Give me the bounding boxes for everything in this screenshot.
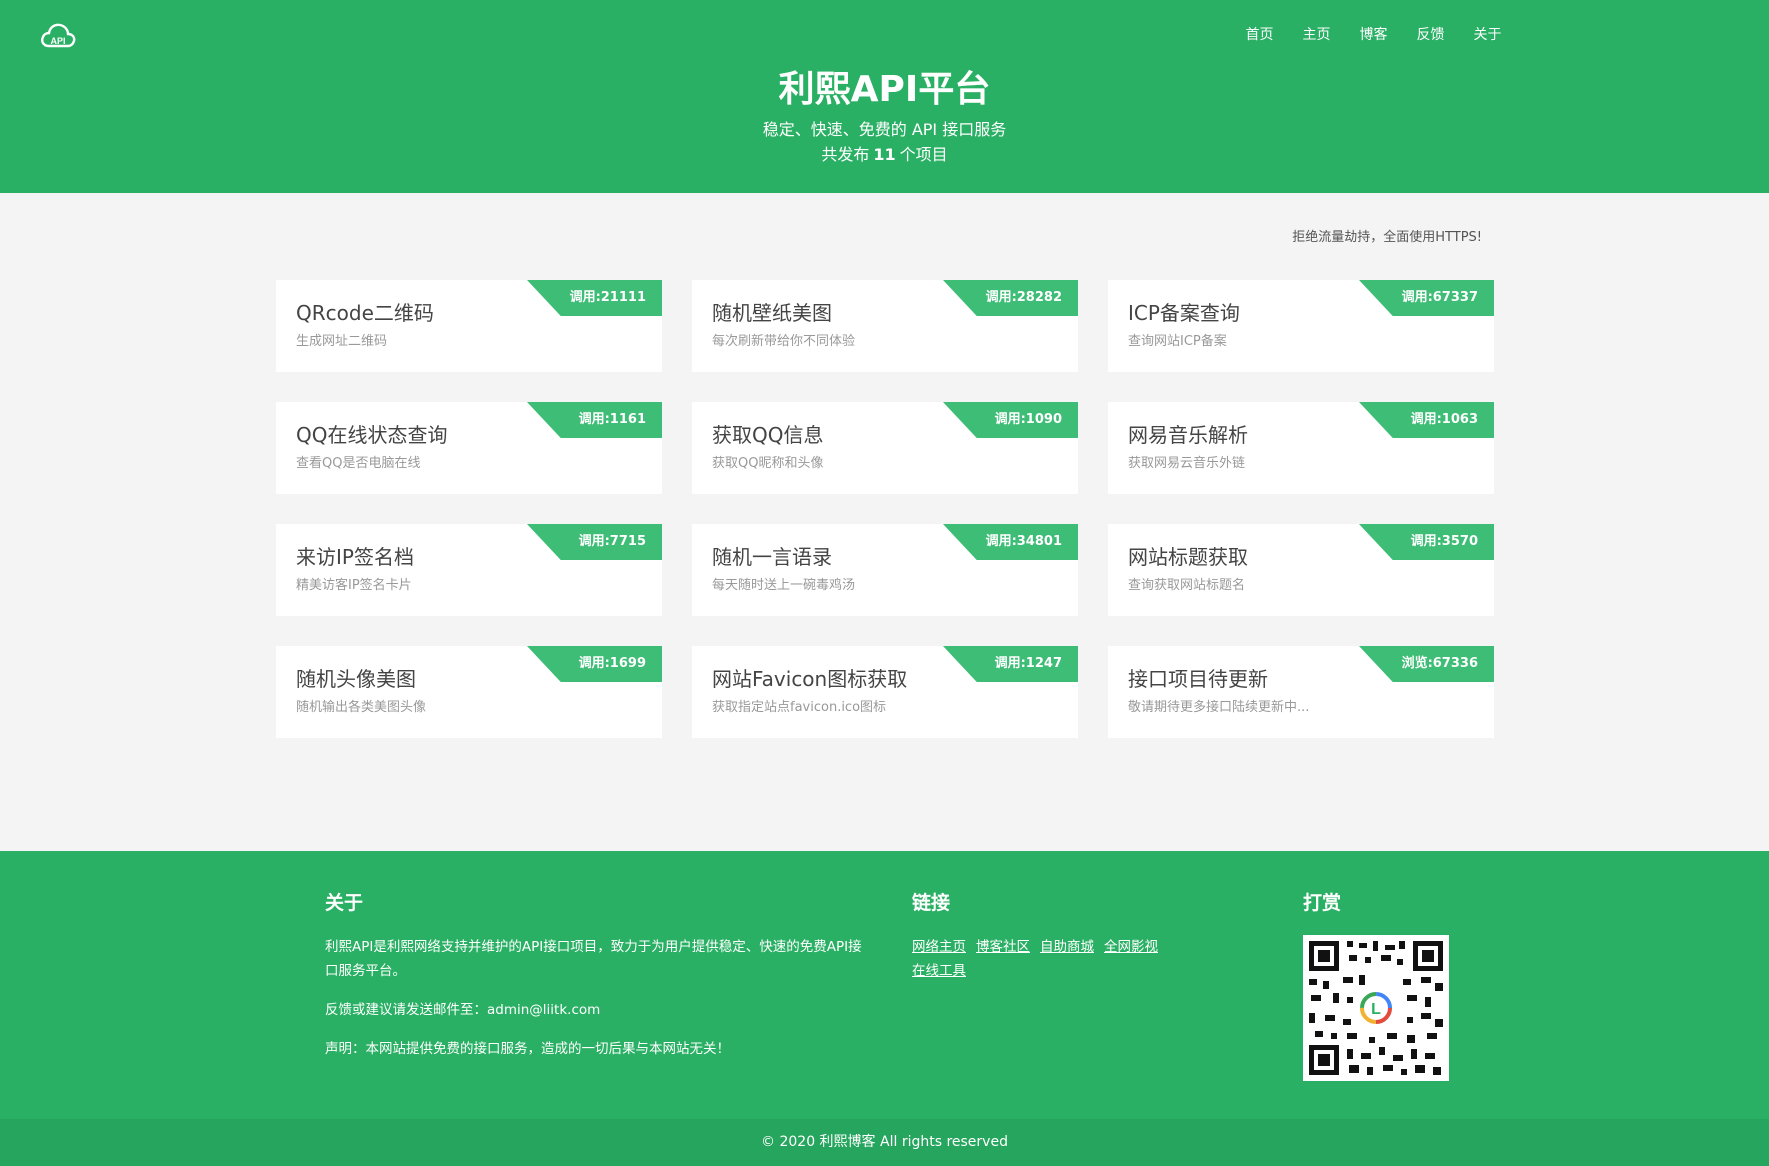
call-count-badge: 调用:1063: [1359, 402, 1494, 438]
nav-home[interactable]: 首页: [1231, 22, 1288, 48]
call-count-badge: 调用:67337: [1359, 280, 1494, 316]
card-title: 网站Favicon图标获取: [712, 667, 908, 691]
badge-text: 调用:21111: [569, 290, 646, 305]
call-count-badge: 调用:1247: [943, 646, 1078, 682]
link-self-service-mall[interactable]: 自助商城: [1040, 939, 1094, 955]
badge-text: 调用:7715: [578, 534, 646, 549]
api-card-pending[interactable]: 浏览:67336 接口项目待更新 敬请期待更多接口陆续更新中...: [1108, 646, 1494, 738]
api-card-hitokoto[interactable]: 调用:34801 随机一言语录 每天随时送上一碗毒鸡汤: [692, 524, 1078, 616]
count-prefix: 共发布: [821, 145, 870, 164]
page-title: 利熙API平台: [778, 69, 991, 110]
card-title: QRcode二维码: [296, 301, 434, 325]
card-title: 网站标题获取: [1128, 545, 1248, 569]
badge-text: 调用:1699: [578, 656, 646, 671]
api-card-avatar[interactable]: 调用:1699 随机头像美图 随机输出各类美图头像: [276, 646, 662, 738]
nav-blog[interactable]: 博客: [1345, 22, 1402, 48]
call-count-badge: 调用:7715: [527, 524, 662, 560]
copyright: © 2020 利熙博客 All rights reserved: [0, 1119, 1769, 1166]
nav-main[interactable]: 主页: [1288, 22, 1345, 48]
link-blog-community[interactable]: 博客社区: [976, 939, 1030, 955]
api-card-qq-status[interactable]: 调用:1161 QQ在线状态查询 查看QQ是否电脑在线: [276, 402, 662, 494]
badge-text: 调用:67337: [1401, 290, 1478, 305]
card-title: 网易音乐解析: [1128, 423, 1248, 447]
count-value: 11: [873, 145, 896, 164]
feedback-email: 反馈或建议请发送邮件至：admin@liitk.com: [325, 1002, 601, 1018]
api-card-netease-music[interactable]: 调用:1063 网易音乐解析 获取网易云音乐外链: [1108, 402, 1494, 494]
top-nav: 首页 主页 博客 反馈 关于: [1231, 22, 1769, 48]
card-title: 随机壁纸美图: [712, 301, 832, 325]
card-description: 每天随时送上一碗毒鸡汤: [712, 578, 856, 593]
badge-text: 调用:28282: [985, 290, 1062, 305]
about-heading: 关于: [325, 892, 364, 914]
card-title: 随机头像美图: [296, 667, 416, 691]
disclaimer: 声明：本网站提供免费的接口服务，造成的一切后果与本网站无关！: [325, 1041, 730, 1057]
call-count-badge: 调用:34801: [943, 524, 1078, 560]
badge-text: 调用:3570: [1410, 534, 1478, 549]
site-footer: 关于 利熙API是利熙网络支持并维护的API接口项目，致力于为用户提供稳定、快速…: [0, 851, 1769, 1119]
api-card-ip-signature[interactable]: 调用:7715 来访IP签名档 精美访客IP签名卡片: [276, 524, 662, 616]
nav-about[interactable]: 关于: [1459, 22, 1516, 48]
site-header: API 首页 主页 博客 反馈 关于 利熙API平台 稳定、快速、免费的 API…: [0, 0, 1769, 193]
about-description: 利熙API是利熙网络支持并维护的API接口项目，致力于为用户提供稳定、快速的免费…: [325, 939, 862, 979]
link-all-video[interactable]: 全网影视: [1104, 939, 1158, 955]
badge-text: 调用:34801: [985, 534, 1062, 549]
card-title: 来访IP签名档: [296, 545, 414, 569]
call-count-badge: 调用:1699: [527, 646, 662, 682]
call-count-badge: 调用:1161: [527, 402, 662, 438]
call-count-badge: 调用:28282: [943, 280, 1078, 316]
card-description: 查看QQ是否电脑在线: [296, 456, 421, 471]
card-title: 获取QQ信息: [712, 423, 824, 447]
badge-text: 调用:1247: [994, 656, 1062, 671]
project-count: 共发布 11 个项目: [0, 143, 1769, 167]
card-description: 获取网易云音乐外链: [1128, 456, 1246, 471]
qr-code-icon: L: [1309, 941, 1443, 1075]
api-card-qq-info[interactable]: 调用:1090 获取QQ信息 获取QQ昵称和头像: [692, 402, 1078, 494]
card-description: 敬请期待更多接口陆续更新中...: [1128, 700, 1310, 715]
card-title: QQ在线状态查询: [296, 423, 448, 447]
link-network-home[interactable]: 网络主页: [912, 939, 966, 955]
reward-heading: 打赏: [1303, 892, 1342, 914]
svg-text:L: L: [1371, 1001, 1381, 1018]
card-title: ICP备案查询: [1128, 301, 1240, 325]
badge-text: 调用:1161: [578, 412, 646, 427]
badge-text: 调用:1063: [1410, 412, 1478, 427]
call-count-badge: 调用:3570: [1359, 524, 1494, 560]
view-count-badge: 浏览:67336: [1359, 646, 1494, 682]
card-description: 查询网站ICP备案: [1128, 334, 1227, 349]
links-heading: 链接: [912, 892, 951, 914]
about-section: 利熙API是利熙网络支持并维护的API接口项目，致力于为用户提供稳定、快速的免费…: [325, 935, 870, 1076]
card-description: 随机输出各类美图头像: [296, 700, 427, 715]
card-title: 随机一言语录: [712, 545, 832, 569]
page-subtitle: 稳定、快速、免费的 API 接口服务: [762, 120, 1007, 139]
svg-text:API: API: [50, 36, 65, 46]
card-description: 生成网址二维码: [296, 334, 388, 349]
card-description: 精美访客IP签名卡片: [296, 578, 412, 593]
count-suffix: 个项目: [899, 145, 948, 164]
api-cloud-logo-icon[interactable]: API: [40, 20, 76, 50]
badge-text: 调用:1090: [994, 412, 1062, 427]
badge-text: 浏览:67336: [1401, 656, 1478, 671]
card-title: 接口项目待更新: [1128, 667, 1268, 691]
card-description: 查询获取网站标题名: [1128, 578, 1246, 593]
footer-links: 网络主页 博客社区 自助商城 全网影视 在线工具: [912, 935, 1212, 983]
api-card-qrcode[interactable]: 调用:21111 QRcode二维码 生成网址二维码: [276, 280, 662, 372]
nav-feedback[interactable]: 反馈: [1402, 22, 1459, 48]
api-card-site-title[interactable]: 调用:3570 网站标题获取 查询获取网站标题名: [1108, 524, 1494, 616]
https-notice: 拒绝流量劫持，全面使用HTTPS!: [1292, 230, 1482, 245]
api-card-favicon[interactable]: 调用:1247 网站Favicon图标获取 获取指定站点favicon.ico图…: [692, 646, 1078, 738]
call-count-badge: 调用:21111: [527, 280, 662, 316]
card-description: 获取指定站点favicon.ico图标: [712, 700, 887, 715]
api-card-wallpaper[interactable]: 调用:28282 随机壁纸美图 每次刷新带给你不同体验: [692, 280, 1078, 372]
api-card-icp[interactable]: 调用:67337 ICP备案查询 查询网站ICP备案: [1108, 280, 1494, 372]
reward-qr-code: L: [1303, 935, 1449, 1081]
link-online-tools[interactable]: 在线工具: [912, 963, 966, 979]
card-description: 每次刷新带给你不同体验: [712, 334, 856, 349]
card-description: 获取QQ昵称和头像: [712, 456, 824, 471]
call-count-badge: 调用:1090: [943, 402, 1078, 438]
